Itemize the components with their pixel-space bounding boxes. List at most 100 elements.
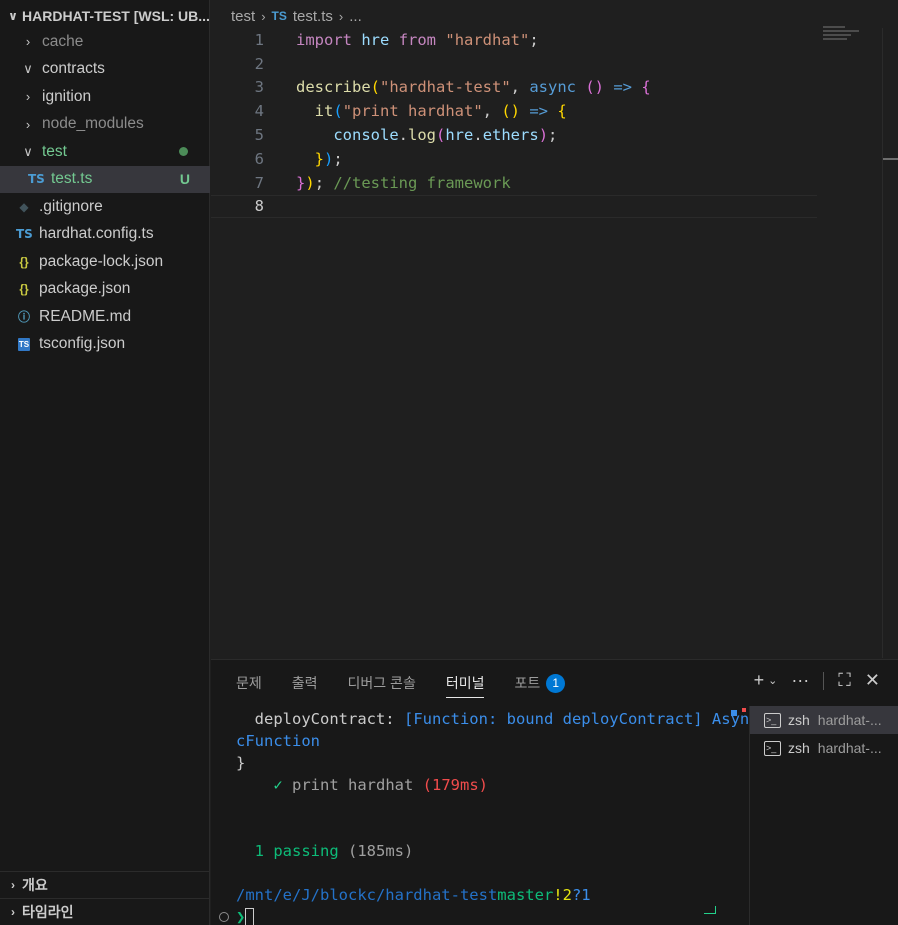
chevron-right-icon: › <box>25 34 31 50</box>
chevron-right-icon: › <box>338 8 344 24</box>
terminal-output[interactable]: deployContract: [Function: bound deployC… <box>236 708 750 925</box>
add-terminal-icon[interactable]: + <box>754 670 765 691</box>
tree-item-ignition[interactable]: › ignition <box>0 83 210 111</box>
tree-item-label: test <box>42 142 67 160</box>
tree-item-node-modules[interactable]: › node_modules <box>0 111 210 139</box>
tree-item-cache[interactable]: › cache <box>0 28 210 56</box>
prompt-arrow-icon: ❯ <box>236 908 246 925</box>
code-editor: test › TS test.ts › ... 1 import hre fro… <box>211 0 898 659</box>
tab-debug-console[interactable]: 디버그 콘솔 <box>348 660 416 706</box>
terminal-line: cFunction <box>236 732 320 750</box>
line-number: 1 <box>254 30 264 49</box>
prompt-decoration <box>704 906 716 914</box>
ports-count-badge: 1 <box>546 673 566 693</box>
tree-item-label: test.ts <box>51 170 93 188</box>
code-line: 7 }); //testing framework <box>211 171 831 195</box>
tree-item-package-json[interactable]: {} package.json <box>0 276 210 304</box>
timeline-section[interactable]: › 타임라인 <box>0 898 210 925</box>
terminal-line: deployContract: [Function: bound deployC… <box>236 710 750 728</box>
tsconfig-icon: TS <box>18 337 30 351</box>
line-number: 5 <box>254 126 264 145</box>
tree-item-gitignore[interactable]: ◆ .gitignore <box>0 193 210 221</box>
tree-item-label: cache <box>42 32 84 50</box>
line-number: 8 <box>254 197 264 216</box>
scrollbar-marker <box>883 158 898 160</box>
code-line: 2 <box>211 52 831 76</box>
git-icon: ◆ <box>19 199 29 214</box>
tree-item-label: tsconfig.json <box>39 335 126 353</box>
line-number: 6 <box>254 149 264 168</box>
terminal-session[interactable]: >_ zsh hardhat-... <box>750 706 898 734</box>
tree-item-hardhat-config[interactable]: TS hardhat.config.ts <box>0 221 210 249</box>
tree-item-label: hardhat.config.ts <box>39 225 154 243</box>
terminal-session[interactable]: >_ zsh hardhat-... <box>750 734 898 762</box>
maximize-panel-icon[interactable]: ⛶ <box>838 670 851 691</box>
typescript-icon: TS <box>271 9 287 23</box>
code-area[interactable]: 1 import hre from "hardhat"; 2 3 describ… <box>211 28 831 219</box>
chevron-right-icon: › <box>11 905 15 919</box>
modified-dot <box>179 147 188 156</box>
breadcrumb-more[interactable]: ... <box>349 8 362 25</box>
chevron-down-icon: ∨ <box>23 61 33 77</box>
tree-item-test[interactable]: ∨ test <box>0 138 210 166</box>
divider <box>823 671 825 690</box>
json-icon: {} <box>19 282 29 297</box>
code-line: 5 console.log(hre.ethers); <box>211 123 831 147</box>
breadcrumb-file[interactable]: test.ts <box>293 8 333 25</box>
tree-item-label: README.md <box>39 307 132 325</box>
sidebar-sections: › 개요 › 타임라인 <box>0 871 210 925</box>
section-label: 타임라인 <box>22 904 74 920</box>
outline-section[interactable]: › 개요 <box>0 871 210 898</box>
typescript-icon: TS <box>16 227 33 242</box>
terminal-icon: >_ <box>764 740 781 756</box>
close-panel-icon[interactable]: ✕ <box>865 670 880 691</box>
explorer-header[interactable]: ∨ HARDHAT-TEST [WSL: UB... <box>0 4 210 28</box>
code-line: 3 describe("hardhat-test", async () => { <box>211 76 831 100</box>
tree-item-package-lock[interactable]: {} package-lock.json <box>0 248 210 276</box>
terminal-line: ✓ print hardhat (179ms) <box>273 776 488 794</box>
json-icon: {} <box>19 254 29 269</box>
tab-terminal[interactable]: 터미널 <box>445 660 484 706</box>
tree-item-label: .gitignore <box>39 197 103 215</box>
code-line: 6 }); <box>211 147 831 171</box>
tree-item-tsconfig[interactable]: TS tsconfig.json <box>0 331 210 359</box>
line-number: 2 <box>254 54 264 73</box>
chevron-down-icon: ∨ <box>8 9 18 23</box>
minimap[interactable] <box>823 26 883 46</box>
tree-item-readme[interactable]: ⓘ README.md <box>0 303 210 331</box>
code-line: 1 import hre from "hardhat"; <box>211 28 831 52</box>
tab-problems[interactable]: 문제 <box>236 660 262 706</box>
code-line: 4 it("print hardhat", () => { <box>211 99 831 123</box>
more-actions-icon[interactable]: ··· <box>791 670 809 691</box>
chevron-right-icon: › <box>261 8 266 24</box>
editor-scrollbar[interactable] <box>882 28 898 658</box>
tree-item-label: ignition <box>42 87 92 105</box>
tab-output[interactable]: 출력 <box>292 660 318 706</box>
panel-tabs: 문제 출력 디버그 콘솔 터미널 포트 1 <box>211 660 731 706</box>
tab-ports[interactable]: 포트 1 <box>514 660 566 706</box>
terminal-prompt-line: /mnt/e/J/blockc/hardhat-test master !2 ?… <box>236 886 591 904</box>
chevron-right-icon: › <box>25 116 31 132</box>
file-tree: › cache ∨ contracts › ignition › node_mo… <box>0 28 210 358</box>
chevron-right-icon: › <box>11 878 15 892</box>
terminal-input-line[interactable]: ❯ <box>236 906 736 925</box>
code-line-current: 8 <box>211 194 817 219</box>
terminal-cursor <box>245 908 255 925</box>
panel-actions: + ⌄ ··· ⛶ ✕ <box>754 670 880 691</box>
check-icon: ✓ <box>273 776 283 794</box>
tree-item-label: package.json <box>39 280 131 298</box>
tree-item-label: node_modules <box>42 115 144 133</box>
terminal-icon: >_ <box>764 712 781 728</box>
explorer-sidebar: ∨ HARDHAT-TEST [WSL: UB... › cache ∨ con… <box>0 0 210 925</box>
tree-item-test-ts[interactable]: TS test.ts U <box>0 165 210 193</box>
tree-item-label: package-lock.json <box>39 252 164 270</box>
breadcrumb-folder[interactable]: test <box>231 8 255 25</box>
tree-item-contracts[interactable]: ∨ contracts <box>0 56 210 84</box>
workspace-title: HARDHAT-TEST [WSL: UB... <box>22 8 210 24</box>
terminal-list: >_ zsh hardhat-... >_ zsh hardhat-... <box>749 706 898 925</box>
chevron-down-icon[interactable]: ⌄ <box>768 674 777 687</box>
tab-ports-label: 포트 <box>514 675 541 691</box>
section-label: 개요 <box>22 877 48 893</box>
